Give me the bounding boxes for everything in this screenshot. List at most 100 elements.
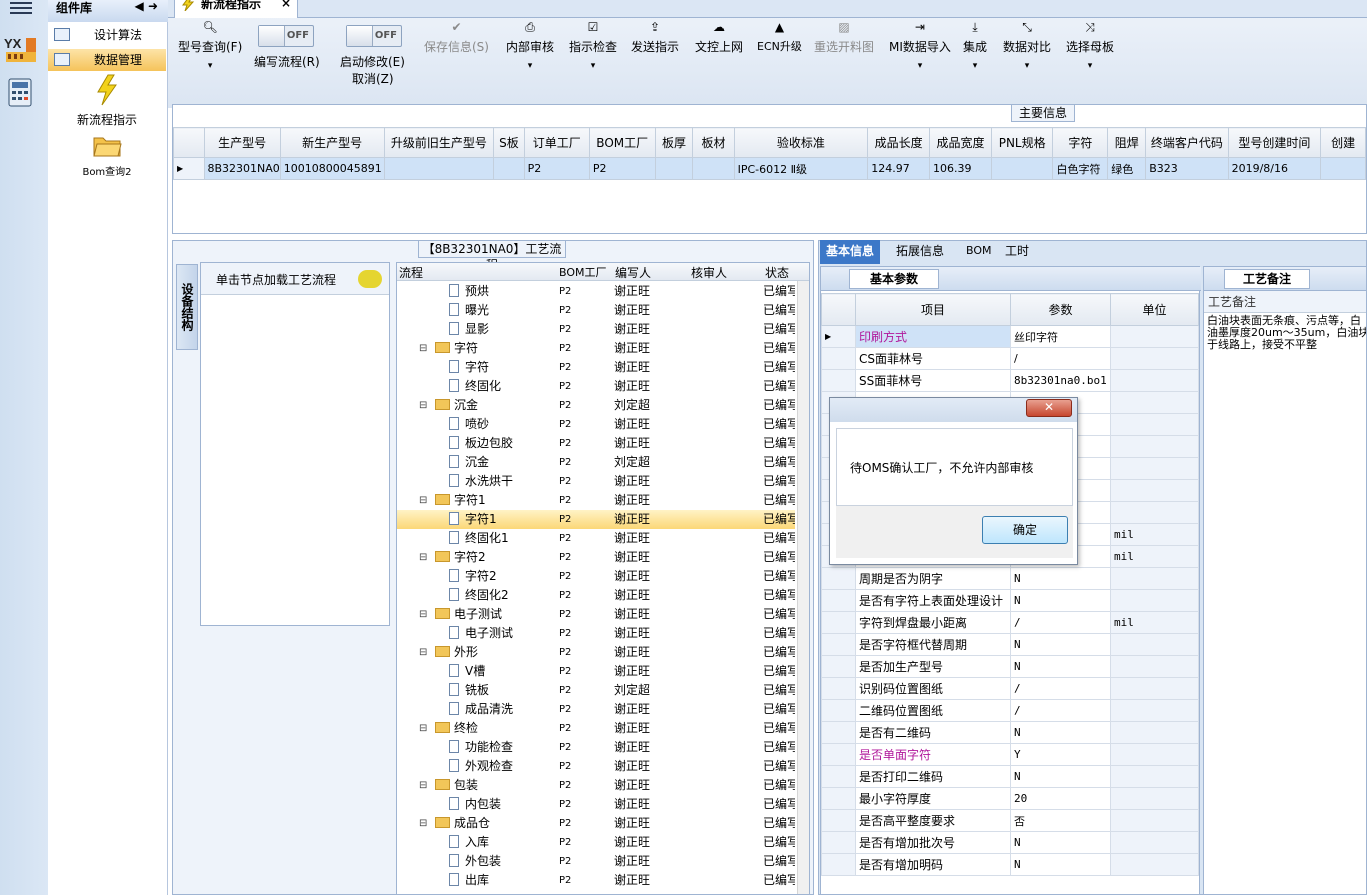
tree-step-row[interactable]: 终固化1 P2 谢正旺 已编写 (397, 529, 795, 548)
column-header[interactable]: 创建 (1320, 127, 1366, 158)
model-query-button[interactable]: 🔍︎ 型号查询(F) ▾ (178, 20, 242, 71)
tree-group-row[interactable]: ⊟ 成品仓 P2 谢正旺 已编写 (397, 814, 795, 833)
column-header[interactable]: 字符 (1052, 127, 1109, 158)
tree-group-row[interactable]: ⊟ 电子测试 P2 谢正旺 已编写 (397, 605, 795, 624)
table-cell[interactable] (654, 157, 694, 180)
column-header[interactable]: 终端客户代码 (1145, 127, 1229, 158)
edit-flow-toggle[interactable]: OFF (258, 25, 314, 47)
process-notes-text[interactable]: 白油块表面无条痕、污点等，白 油墨厚度20um～35um，白油块位 于线路上，接… (1204, 313, 1366, 353)
tree-group-row[interactable]: ⊟ 终检 P2 谢正旺 已编写 (397, 719, 795, 738)
column-header[interactable]: 生产型号 (203, 127, 281, 158)
column-header[interactable]: 升级前旧生产型号 (383, 127, 495, 158)
send-instruction-button[interactable]: ⇪ 发送指示 (631, 20, 679, 55)
column-header[interactable]: 验收标准 (733, 127, 869, 158)
start-modify-toggle[interactable]: OFF (346, 25, 402, 47)
param-value[interactable]: N (1010, 721, 1111, 744)
assemble-button[interactable]: ⤓ 集成 ▾ (963, 20, 987, 71)
dialog-close-button[interactable]: ✕ (1026, 399, 1072, 417)
param-value[interactable]: 8b32301na0.bo1 (1010, 369, 1111, 392)
param-row[interactable]: 周期是否为阴字 N (821, 567, 1199, 590)
column-header[interactable]: 成品宽度 (929, 127, 992, 158)
param-value[interactable]: N (1010, 655, 1111, 678)
tab-basic-info[interactable]: 基本信息 (820, 240, 881, 264)
collapse-icon[interactable]: ⊟ (419, 814, 427, 833)
tree-step-row[interactable]: 预烘 P2 谢正旺 已编写 (397, 282, 795, 301)
column-header[interactable]: 成品长度 (867, 127, 931, 158)
mi-import-button[interactable]: ⇥ MI数据导入 ▾ (889, 20, 951, 71)
column-header[interactable]: 型号创建时间 (1227, 127, 1322, 158)
param-row[interactable]: ▶ 印刷方式 丝印字符 (821, 325, 1199, 348)
column-header[interactable]: 阻焊 (1107, 127, 1147, 158)
param-value[interactable]: N (1010, 831, 1111, 854)
tab-work-hours[interactable]: 工时 (999, 240, 1035, 264)
calculator-icon[interactable] (8, 78, 34, 108)
table-cell[interactable]: P2 (523, 157, 590, 180)
table-cell[interactable] (493, 157, 525, 180)
param-value[interactable]: / (1010, 347, 1111, 370)
param-row[interactable]: 是否有增加批次号 N (821, 831, 1199, 854)
column-header[interactable]: 订单工厂 (523, 127, 590, 158)
tab-device-structure[interactable]: 设备结构 (176, 264, 198, 350)
column-header[interactable]: 新生产型号 (279, 127, 385, 158)
param-value[interactable]: 否 (1010, 809, 1111, 832)
param-row[interactable]: CS面菲林号 / (821, 347, 1199, 370)
shortcut-new-flow[interactable]: 新流程指示 (48, 74, 166, 127)
collapse-icon[interactable]: ⊟ (419, 396, 427, 415)
param-row[interactable]: 是否有增加明码 N (821, 853, 1199, 876)
tree-step-row[interactable]: 内包装 P2 谢正旺 已编写 (397, 795, 795, 814)
collapse-icon[interactable]: ⊟ (419, 605, 427, 624)
param-row[interactable]: 是否有字符上表面处理设计 N (821, 589, 1199, 612)
internal-review-button[interactable]: ⎙ 内部审核 ▾ (506, 20, 554, 71)
param-value[interactable]: N (1010, 567, 1111, 590)
vertical-scrollbar[interactable] (797, 281, 809, 894)
save-info-button[interactable]: ✔ 保存信息(S) (424, 20, 489, 55)
collapse-icon[interactable]: ⊟ (419, 719, 427, 738)
tree-step-row[interactable]: 入库 P2 谢正旺 已编写 (397, 833, 795, 852)
param-value[interactable]: Y (1010, 743, 1111, 766)
nav-item-data-management[interactable]: 数据管理 (48, 49, 166, 71)
collapse-icon[interactable]: ⊟ (419, 491, 427, 510)
collapse-arrows-icon[interactable]: ◀ ➜ (135, 0, 158, 14)
param-value[interactable]: / (1010, 611, 1111, 634)
tree-step-row[interactable]: V槽 P2 谢正旺 已编写 (397, 662, 795, 681)
collapse-icon[interactable]: ⊟ (419, 776, 427, 795)
ok-button[interactable]: 确定 (982, 516, 1068, 544)
collapse-icon[interactable]: ⊟ (419, 643, 427, 662)
reselect-material-button[interactable]: ▨ 重选开料图 (814, 20, 874, 55)
close-icon[interactable]: × (281, 0, 291, 10)
ecn-upgrade-button[interactable]: ▲ ECN升级 (757, 20, 802, 54)
param-value[interactable]: N (1010, 633, 1111, 656)
tree-step-row[interactable]: 字符1 P2 谢正旺 已编写 (397, 510, 795, 529)
tree-group-row[interactable]: ⊟ 字符 P2 谢正旺 已编写 (397, 339, 795, 358)
tree-step-row[interactable]: 终固化 P2 谢正旺 已编写 (397, 377, 795, 396)
tree-step-row[interactable]: 功能检查 P2 谢正旺 已编写 (397, 738, 795, 757)
tab-extended-info[interactable]: 拓展信息 (890, 240, 950, 264)
column-header[interactable]: PNL规格 (990, 127, 1054, 158)
tree-step-row[interactable]: 显影 P2 谢正旺 已编写 (397, 320, 795, 339)
param-row[interactable]: SS面菲林号 8b32301na0.bo1 (821, 369, 1199, 392)
param-value[interactable]: 20 (1010, 787, 1111, 810)
table-cell[interactable]: 2019/8/16 (1227, 157, 1322, 180)
tab-new-flow[interactable]: 新流程指示 × (174, 0, 298, 18)
param-row[interactable]: 是否字符框代替周期 N (821, 633, 1199, 656)
tree-step-row[interactable]: 沉金 P2 刘定超 已编写 (397, 453, 795, 472)
param-value[interactable]: 丝印字符 (1010, 325, 1111, 348)
tree-group-row[interactable]: ⊟ 包装 P2 谢正旺 已编写 (397, 776, 795, 795)
tree-step-row[interactable]: 终固化2 P2 谢正旺 已编写 (397, 586, 795, 605)
tree-step-row[interactable]: 水洗烘干 P2 谢正旺 已编写 (397, 472, 795, 491)
tree-step-row[interactable]: 出库 P2 谢正旺 已编写 (397, 871, 795, 890)
table-cell[interactable]: 10010800045891 (279, 157, 385, 180)
tree-step-row[interactable]: 曝光 P2 谢正旺 已编写 (397, 301, 795, 320)
table-cell[interactable]: 106.39 (929, 157, 992, 180)
hamburger-menu-icon[interactable] (10, 2, 32, 16)
param-row[interactable]: 最小字符厚度 20 (821, 787, 1199, 810)
table-cell[interactable]: 白色字符 (1052, 157, 1109, 180)
param-row[interactable]: 是否单面字符 Y (821, 743, 1199, 766)
tree-step-row[interactable]: 字符 P2 谢正旺 已编写 (397, 358, 795, 377)
param-value[interactable]: N (1010, 853, 1111, 876)
tree-group-row[interactable]: ⊟ 外形 P2 谢正旺 已编写 (397, 643, 795, 662)
param-row[interactable]: 识别码位置图纸 / (821, 677, 1199, 700)
param-row[interactable]: 二维码位置图纸 / (821, 699, 1199, 722)
tree-step-row[interactable]: 字符2 P2 谢正旺 已编写 (397, 567, 795, 586)
table-cell[interactable]: 绿色 (1107, 157, 1147, 180)
